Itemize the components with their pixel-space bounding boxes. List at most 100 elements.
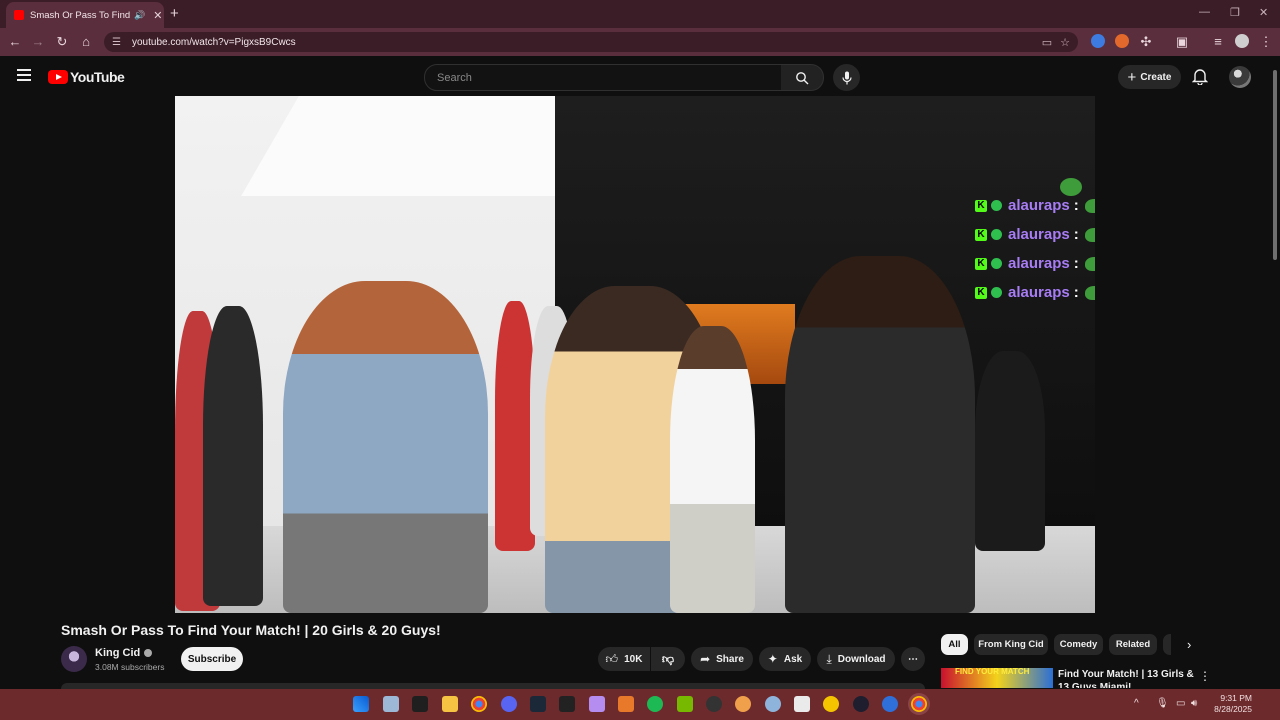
app-smile-icon[interactable] — [823, 696, 839, 712]
chip-from-king-cid[interactable]: From King Cid — [974, 634, 1048, 655]
youtube-favicon-icon — [14, 10, 24, 20]
media-control-icon[interactable]: ≡ — [1210, 34, 1226, 49]
video-person — [495, 301, 535, 551]
voice-search-button[interactable] — [833, 64, 860, 91]
maximize-icon[interactable]: ❐ — [1230, 6, 1240, 19]
tab-title: Smash Or Pass To Find Your Match! | 20 G… — [30, 9, 130, 21]
chip-comedy[interactable]: Comedy — [1054, 634, 1103, 655]
chip-all[interactable]: All — [941, 634, 968, 655]
nvidia-app-icon[interactable] — [677, 696, 693, 712]
app-c-icon[interactable] — [735, 696, 751, 712]
spotify-app-icon[interactable] — [647, 696, 663, 712]
video-player[interactable]: K alauraps: K alauraps: K alauraps: K al… — [175, 96, 1095, 613]
photos-app-icon[interactable] — [383, 696, 399, 712]
new-tab-button[interactable]: + — [170, 5, 179, 22]
chat-overlay-line: K alauraps: — [975, 226, 1095, 243]
video-person — [975, 351, 1045, 551]
app-n-icon[interactable] — [794, 696, 810, 712]
home-icon[interactable]: ⌂ — [78, 34, 94, 49]
address-bar[interactable]: ☰ youtube.com/watch?v=PigxsB9Cwcs ▭ ☆ — [104, 32, 1078, 52]
recommended-menu-icon[interactable]: ⋮ — [1199, 669, 1211, 683]
terminal-app-icon[interactable] — [559, 696, 575, 712]
close-window-icon[interactable]: ✕ — [1259, 6, 1268, 19]
chips-next-icon[interactable]: › — [1187, 637, 1191, 652]
network-icon[interactable]: ▭ — [1176, 698, 1185, 709]
windows-start-icon[interactable] — [353, 696, 369, 712]
back-icon[interactable]: ← — [7, 34, 23, 49]
scrollbar-thumb[interactable] — [1273, 70, 1277, 260]
ask-button[interactable]: ✦ Ask — [759, 647, 811, 671]
subscribe-button[interactable]: Subscribe — [181, 647, 243, 671]
steam-app-icon[interactable] — [530, 696, 546, 712]
github-app-icon[interactable] — [706, 696, 722, 712]
dislike-button[interactable]: 👎︎ — [651, 647, 685, 671]
more-actions-button[interactable]: ⋯ — [901, 647, 925, 671]
app-a-icon[interactable] — [618, 696, 634, 712]
share-button[interactable]: ➦ Share — [691, 647, 753, 671]
search-input[interactable] — [435, 70, 769, 85]
thumbs-down-icon: 👎︎ — [661, 651, 675, 666]
channel-name-text[interactable]: King Cid — [95, 647, 140, 659]
account-avatar[interactable] — [1229, 66, 1251, 88]
extensions-puzzle-icon[interactable]: ✣ — [1138, 34, 1154, 50]
app-dark-icon[interactable] — [853, 696, 869, 712]
tray-overflow-icon[interactable]: ^ — [1134, 698, 1139, 709]
volume-icon[interactable]: 🔊︎ — [1191, 698, 1197, 709]
chat-username: alauraps — [1008, 255, 1070, 272]
bell-icon — [1191, 69, 1209, 86]
minimize-icon[interactable]: — — [1199, 6, 1210, 18]
download-button[interactable]: ⤓ Download — [817, 647, 895, 671]
site-info-icon[interactable]: ☰ — [112, 37, 124, 48]
chip-related[interactable]: Related — [1109, 634, 1157, 655]
recommended-thumbnail[interactable]: FIND YOUR MATCH — [941, 668, 1053, 688]
channel-name[interactable]: King Cid — [95, 647, 153, 659]
reading-mode-icon[interactable]: ▣ — [1174, 34, 1190, 50]
recommended-title[interactable]: Find Your Match! | 13 Girls & 13 Guys Mi… — [1058, 668, 1198, 688]
channel-avatar[interactable] — [61, 646, 87, 672]
menu-icon[interactable] — [17, 69, 31, 84]
notifications-button[interactable] — [1191, 68, 1209, 90]
more-horizontal-icon: ⋯ — [908, 653, 918, 665]
video-title: Smash Or Pass To Find Your Match! | 20 G… — [61, 622, 441, 638]
verified-channel-icon — [144, 649, 153, 657]
verified-badge-icon — [991, 258, 1002, 269]
browser-tab[interactable]: Smash Or Pass To Find Your Match! | 20 G… — [6, 2, 164, 28]
youtube-logo[interactable]: YouTube — [48, 69, 125, 85]
app-blue-icon[interactable] — [882, 696, 898, 712]
speaker-icon[interactable]: 🔊 — [134, 10, 145, 21]
search-box[interactable] — [424, 64, 783, 91]
share-arrow-icon: ➦ — [700, 652, 711, 666]
frog-emote-icon — [1084, 198, 1095, 213]
kick-badge-icon: K — [975, 286, 987, 299]
create-button[interactable]: + Create — [1118, 65, 1181, 89]
cast-icon[interactable]: ▭ — [1042, 36, 1052, 49]
plus-icon: + — [1127, 68, 1137, 86]
profile-avatar-icon[interactable] — [1235, 34, 1249, 48]
chrome-app-icon[interactable] — [471, 696, 487, 712]
video-person-woman — [283, 281, 488, 613]
like-button[interactable]: 👍︎ 10K — [598, 647, 650, 671]
browser-menu-icon[interactable]: ⋮ — [1258, 34, 1274, 50]
extension-orange-icon[interactable] — [1115, 34, 1129, 48]
microphone-tray-icon[interactable]: 🎙︎ — [1156, 698, 1169, 709]
microphone-icon — [841, 71, 852, 84]
extension-blue-icon[interactable] — [1091, 34, 1105, 48]
chip-partial[interactable] — [1163, 634, 1171, 655]
forward-icon[interactable]: → — [30, 34, 46, 49]
discord-app-icon[interactable] — [501, 696, 517, 712]
download-icon: ⤓ — [826, 651, 832, 666]
url-text[interactable]: youtube.com/watch?v=PigxsB9Cwcs — [132, 37, 1042, 48]
page-scrollbar[interactable] — [1272, 58, 1278, 686]
file-explorer-icon[interactable] — [442, 696, 458, 712]
xbox-app-icon[interactable] — [412, 696, 428, 712]
chrome-active-app-icon[interactable] — [911, 696, 927, 712]
bookmark-star-icon[interactable]: ☆ — [1060, 36, 1070, 49]
feather-app-icon[interactable] — [589, 696, 605, 712]
frog-emote-icon — [1084, 227, 1095, 242]
app-hub-icon[interactable] — [765, 696, 781, 712]
reload-icon[interactable]: ↻ — [54, 34, 70, 50]
search-button[interactable] — [781, 64, 824, 91]
subscriber-count: 3.08M subscribers — [95, 662, 165, 672]
taskbar-clock[interactable]: 9:31 PM 8/28/2025 — [1208, 693, 1252, 715]
close-tab-icon[interactable]: ✕ — [153, 9, 162, 22]
